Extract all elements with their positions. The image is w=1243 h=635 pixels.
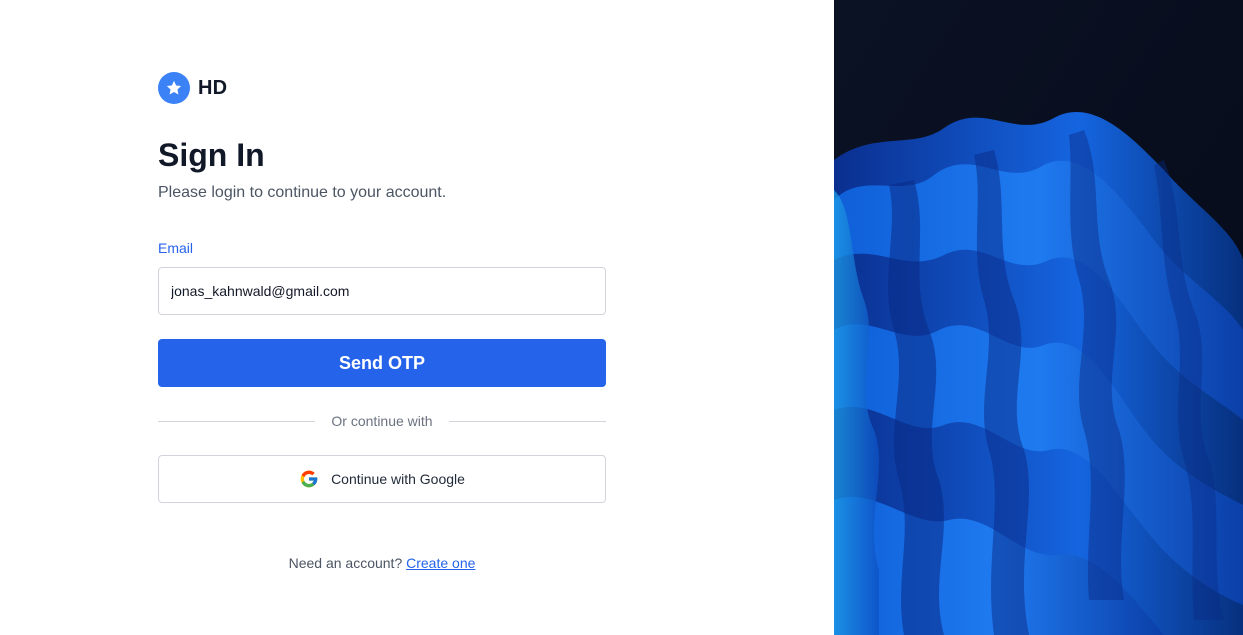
star-icon	[158, 72, 190, 104]
hero-image	[834, 0, 1243, 635]
page-subtitle: Please login to continue to your account…	[158, 184, 447, 201]
divider-line-right	[448, 420, 607, 422]
google-icon	[299, 469, 319, 489]
create-account-link[interactable]: Create one	[406, 555, 475, 571]
email-label: Email	[158, 240, 194, 256]
divider-text: Or continue with	[331, 413, 433, 429]
divider-line-left	[158, 420, 316, 422]
google-button-label: Continue with Google	[331, 471, 465, 487]
signin-form: HD Sign In Please login to continue to y…	[158, 72, 607, 571]
signup-prompt: Need an account? Create one	[158, 555, 606, 571]
email-field[interactable]	[158, 267, 606, 315]
signup-prompt-text: Need an account?	[288, 555, 403, 571]
google-signin-button[interactable]: Continue with Google	[158, 455, 606, 503]
page-title: Sign In	[158, 137, 265, 173]
brand-logo: HD	[158, 72, 606, 104]
brand-name: HD	[198, 76, 228, 99]
signin-panel: HD Sign In Please login to continue to y…	[0, 0, 834, 635]
divider: Or continue with	[158, 411, 607, 431]
abstract-blue-waves-image	[834, 0, 1243, 635]
send-otp-button[interactable]: Send OTP	[158, 339, 606, 387]
